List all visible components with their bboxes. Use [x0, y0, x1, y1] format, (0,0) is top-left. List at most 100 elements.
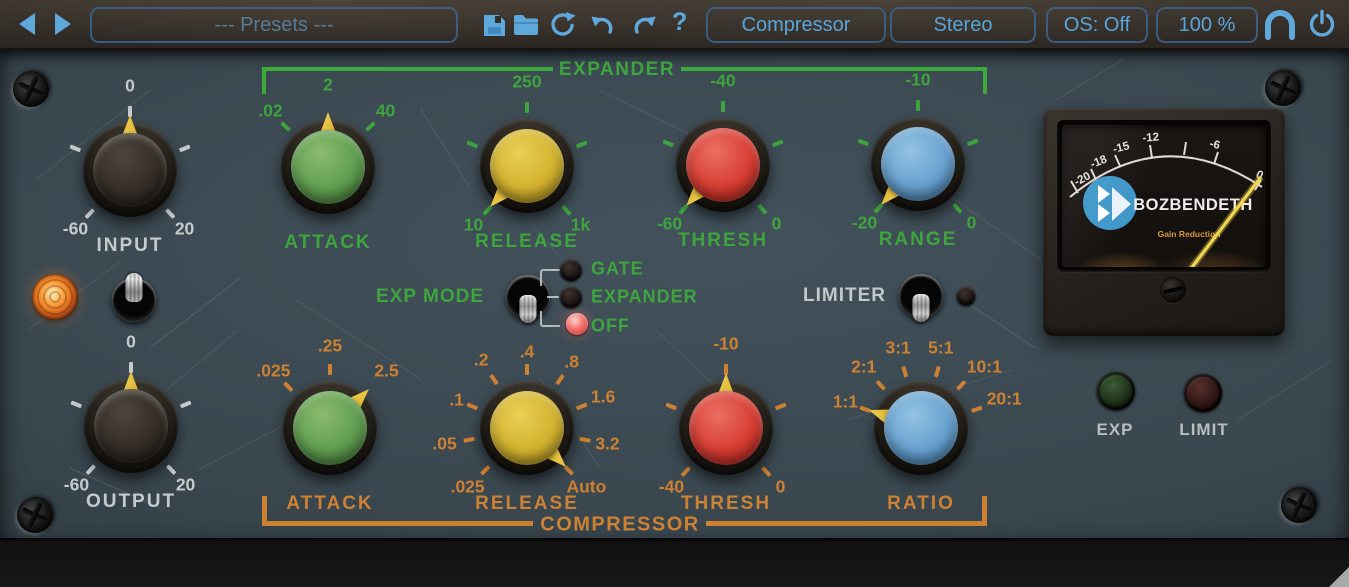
expander-led[interactable] [560, 286, 582, 308]
knob-cap [490, 391, 564, 465]
compressor-bracket-stub [982, 496, 987, 526]
exp-mode-option-expander[interactable]: EXPANDER [591, 287, 698, 308]
reload-button[interactable] [548, 11, 576, 39]
meter-screw [1160, 277, 1186, 303]
knob-tick [555, 373, 564, 384]
knob-scale-label: 2 [323, 75, 333, 96]
knob-tick [179, 144, 191, 152]
floppy-icon [482, 13, 507, 38]
next-preset-button[interactable] [50, 11, 76, 37]
svg-text:-20: -20 [1072, 170, 1092, 188]
off-led[interactable] [566, 313, 588, 335]
limiter-label: LIMITER [803, 285, 886, 307]
knob-scale-label: 5:1 [928, 338, 953, 359]
knob-tick [128, 106, 132, 117]
listen-button[interactable] [1261, 8, 1299, 40]
knob-tick [69, 144, 81, 152]
knob-scale-label: 2:1 [851, 356, 876, 377]
power-toggle[interactable] [112, 278, 156, 322]
knob-scale-label: -20 [852, 213, 877, 234]
load-preset-button[interactable] [512, 11, 540, 39]
knob-label: OUTPUT [86, 491, 176, 513]
knob-scale-label: 20 [176, 474, 195, 495]
svg-text:-15: -15 [1112, 140, 1132, 156]
oversampling-button[interactable]: OS: Off [1046, 7, 1148, 43]
previous-preset-button[interactable] [14, 11, 40, 37]
channel-mode-button[interactable]: Stereo [890, 7, 1036, 43]
knob-scale-label: .05 [432, 434, 456, 455]
knob-tick [859, 405, 871, 412]
gate-led[interactable] [560, 259, 582, 281]
knob-scale-label: 0 [967, 213, 977, 234]
tab-compressor[interactable]: Compressor [706, 7, 886, 43]
bypass-power-button[interactable] [1306, 9, 1338, 39]
knob-scale-label: 0 [126, 332, 136, 353]
main-panel: EXPANDER COMPRESSOR -60020INPUT -60020OU… [0, 48, 1349, 538]
knob-label: ATTACK [286, 493, 373, 515]
bottom-bar [0, 538, 1349, 587]
knob-label: RELEASE [475, 231, 579, 253]
expander-bracket-line [262, 67, 553, 71]
knob-tick [724, 364, 728, 375]
knob-scale-label: .8 [564, 351, 579, 372]
undo-icon [589, 12, 616, 39]
compressor-bracket-line [262, 521, 533, 526]
plugin-window: { "colors": { "accent_blue": "#5fa8dc", … [0, 0, 1349, 586]
redo-button[interactable] [630, 11, 658, 39]
help-button[interactable]: ? [672, 8, 687, 37]
knob-tick [662, 139, 674, 147]
knob-scale-label: -60 [63, 218, 88, 239]
knob-tick [466, 140, 478, 148]
exp-mode-label: EXP MODE [376, 286, 484, 308]
knob-tick [129, 362, 133, 373]
save-preset-button[interactable] [480, 11, 508, 39]
knob-tick [857, 138, 869, 146]
brand-logo-icon [1083, 176, 1137, 230]
knob-label: THRESH [678, 230, 768, 252]
meter-face: -20-18-15-12-60BOZBENDETHGain Reduction [1062, 125, 1266, 267]
presets-label: --- Presets --- [215, 14, 334, 37]
undo-button[interactable] [588, 11, 616, 39]
expander-section-title: EXPANDER [559, 59, 675, 81]
expander-bracket-stub [262, 67, 266, 94]
ui-zoom-button[interactable]: 100 % [1156, 7, 1258, 43]
knob-scale-label: .025 [256, 361, 290, 382]
refresh-icon [548, 11, 576, 39]
channel-mode-label: Stereo [934, 14, 993, 37]
power-lamp [32, 274, 78, 320]
vu-meter: -20-18-15-12-60BOZBENDETHGain Reduction [1043, 108, 1285, 336]
knob-tick [775, 402, 787, 410]
exp-led-label: EXP [1096, 420, 1133, 440]
svg-text:-6: -6 [1208, 138, 1221, 152]
exp-mode-option-gate[interactable]: GATE [591, 259, 644, 280]
knob-cap [93, 133, 167, 207]
knob-tick [70, 400, 82, 408]
compressor-bracket-line [706, 521, 987, 526]
toggle-lever [126, 273, 143, 302]
gate-connector-line [540, 269, 560, 286]
screw-bottom-right [1281, 487, 1317, 523]
resize-grip[interactable] [1329, 567, 1349, 587]
knob-label: RELEASE [475, 493, 579, 515]
knob-cap [94, 389, 168, 463]
headphones-icon [1262, 8, 1298, 40]
exp-mode-option-off[interactable]: OFF [591, 316, 630, 337]
knob-scale-label: 0 [776, 476, 786, 497]
toggle-lever [520, 295, 537, 323]
knob-scale-label: 3.2 [595, 433, 619, 454]
compressor-bracket-stub [262, 496, 267, 526]
knob-cap [881, 127, 955, 201]
knob-cap [686, 128, 760, 202]
limiter-led [957, 287, 976, 306]
limiter-toggle[interactable] [899, 274, 943, 318]
knob-tick [283, 381, 294, 392]
redo-icon [631, 12, 658, 39]
power-icon [1307, 9, 1337, 39]
knob-tick [180, 400, 192, 408]
limit-led-label: LIMIT [1179, 420, 1228, 440]
presets-dropdown[interactable]: --- Presets --- [90, 7, 458, 43]
expander-connector-line [547, 296, 559, 298]
knob-tick [956, 379, 966, 390]
knob-scale-label: .2 [474, 350, 489, 371]
titlebar: --- Presets --- ? Compres [0, 0, 1349, 50]
